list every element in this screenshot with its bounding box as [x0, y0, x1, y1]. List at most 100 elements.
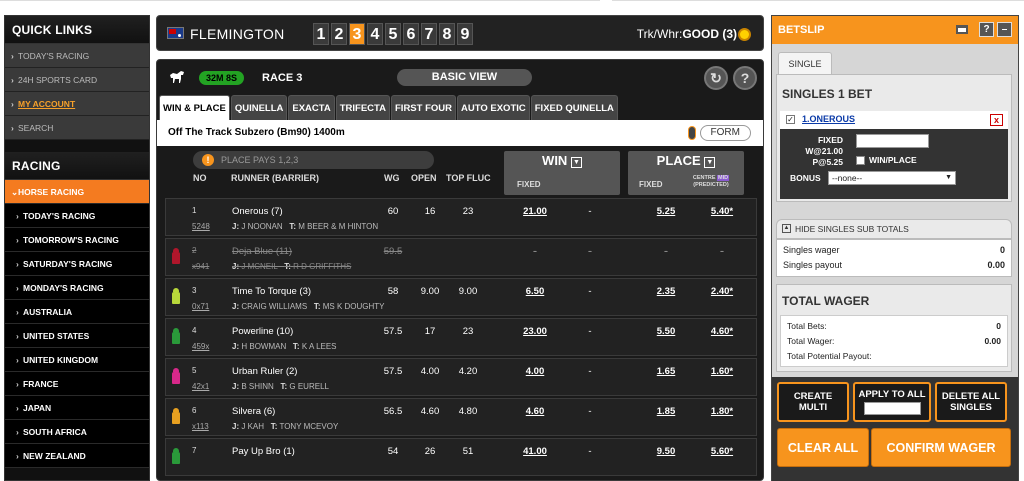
- win-fixed-odds[interactable]: 23.00: [513, 326, 557, 337]
- place-fixed-odds[interactable]: 1.85: [651, 406, 681, 417]
- minimize-button[interactable]: –: [997, 22, 1012, 37]
- delete-all-singles-button[interactable]: DELETE ALL SINGLES: [935, 382, 1007, 422]
- tab-bet-type[interactable]: TRIFECTA: [335, 95, 390, 120]
- toggle-switch[interactable]: [687, 126, 696, 140]
- place-tote-odds[interactable]: 4.60*: [704, 326, 740, 337]
- runner-form[interactable]: 42x1: [192, 382, 209, 391]
- race-number-button[interactable]: 8: [439, 23, 455, 45]
- tab-bet-type[interactable]: WIN & PLACE: [159, 95, 230, 120]
- hide-subtotals-toggle[interactable]: ▲ HIDE SINGLES SUB TOTALS: [776, 219, 1012, 239]
- win-tote-odds[interactable]: -: [575, 366, 605, 377]
- win-place-checkbox[interactable]: [856, 155, 865, 165]
- bonus-select[interactable]: --none-- ▼: [828, 171, 956, 185]
- place-fixed-odds[interactable]: -: [651, 246, 681, 257]
- win-fixed-odds[interactable]: 4.60: [513, 406, 557, 417]
- apply-to-all-input[interactable]: [863, 402, 921, 415]
- create-multi-button[interactable]: CREATE MULTI: [777, 382, 849, 422]
- selection-checkbox[interactable]: ✓: [786, 115, 795, 124]
- racing-menu-item[interactable]: › NEW ZEALAND: [5, 444, 149, 468]
- total-wager-title: TOTAL WAGER: [782, 294, 870, 308]
- win-column-box[interactable]: WIN ▼ FIXED: [504, 151, 620, 195]
- racing-menu-item[interactable]: › TOMORROW'S RACING: [5, 228, 149, 252]
- place-fixed-odds[interactable]: 1.65: [651, 366, 681, 377]
- racing-menu-item[interactable]: ⌄HORSE RACING: [5, 180, 149, 204]
- win-fixed-odds[interactable]: -: [513, 246, 557, 257]
- racing-menu-item[interactable]: › AUSTRALIA: [5, 300, 149, 324]
- runner-number: 3: [192, 286, 197, 295]
- place-tote-odds[interactable]: 2.40*: [704, 286, 740, 297]
- quick-link-my-account[interactable]: › MY ACCOUNT: [5, 92, 149, 116]
- print-icon[interactable]: [956, 25, 968, 34]
- racing-menu-item[interactable]: › SOUTH AFRICA: [5, 420, 149, 444]
- quick-link-sports-card[interactable]: › 24H SPORTS CARD: [5, 68, 149, 92]
- race-number-button[interactable]: 6: [403, 23, 419, 45]
- betslip-help-button[interactable]: ?: [979, 22, 994, 37]
- place-tote-odds[interactable]: 1.80*: [704, 406, 740, 417]
- quick-link-todays-racing[interactable]: › TODAY'S RACING: [5, 44, 149, 68]
- win-tote-odds[interactable]: -: [575, 246, 605, 257]
- refresh-icon[interactable]: ↻: [704, 66, 728, 90]
- quick-link-label: SEARCH: [18, 123, 54, 133]
- place-fixed-odds[interactable]: 9.50: [651, 446, 681, 457]
- win-tote-odds[interactable]: -: [575, 326, 605, 337]
- tab-bet-type[interactable]: FIXED QUINELLA: [530, 95, 618, 120]
- racing-menu-item[interactable]: › SATURDAY'S RACING: [5, 252, 149, 276]
- tab-bet-type[interactable]: EXACTA: [288, 95, 335, 120]
- form-toggle[interactable]: FORM: [687, 125, 751, 141]
- tab-bet-type[interactable]: AUTO EXOTIC: [457, 95, 530, 120]
- runner-form[interactable]: x941: [192, 262, 209, 271]
- quick-link-search[interactable]: › SEARCH: [5, 116, 149, 140]
- win-fixed-odds[interactable]: 6.50: [513, 286, 557, 297]
- stake-input[interactable]: [856, 134, 929, 148]
- runner-form[interactable]: x113: [192, 422, 209, 431]
- apply-to-all-button[interactable]: APPLY TO ALL: [853, 382, 931, 422]
- racing-menu-item[interactable]: › UNITED KINGDOM: [5, 348, 149, 372]
- win-fixed-odds[interactable]: 4.00: [513, 366, 557, 377]
- racing-menu-item[interactable]: › TODAY'S RACING: [5, 204, 149, 228]
- racing-menu-item[interactable]: › MONDAY'S RACING: [5, 276, 149, 300]
- clear-all-button[interactable]: CLEAR ALL: [777, 428, 869, 467]
- race-number-button[interactable]: 7: [421, 23, 437, 45]
- tab-single[interactable]: SINGLE: [778, 52, 832, 74]
- racing-menu-label: TODAY'S RACING: [23, 211, 96, 221]
- place-tote-odds[interactable]: 5.60*: [704, 446, 740, 457]
- place-tote-odds[interactable]: -: [704, 246, 740, 257]
- tab-bet-type[interactable]: QUINELLA: [230, 95, 288, 120]
- place-fixed-odds[interactable]: 2.35: [651, 286, 681, 297]
- win-tote-odds[interactable]: -: [575, 286, 605, 297]
- runner-form[interactable]: 459x: [192, 342, 209, 351]
- tab-bet-type[interactable]: FIRST FOUR: [391, 95, 456, 120]
- racing-menu-item[interactable]: › UNITED STATES: [5, 324, 149, 348]
- racing-menu-item[interactable]: › JAPAN: [5, 396, 149, 420]
- form-button[interactable]: FORM: [699, 125, 751, 141]
- win-place-option[interactable]: WIN/PLACE: [856, 155, 917, 165]
- place-fixed-odds[interactable]: 5.25: [651, 206, 681, 217]
- selection-name[interactable]: 1.ONEROUS: [802, 114, 855, 124]
- race-number-button[interactable]: 2: [331, 23, 347, 45]
- place-tote-odds[interactable]: 5.40*: [704, 206, 740, 217]
- help-button[interactable]: ?: [733, 66, 757, 90]
- win-tote-odds[interactable]: -: [575, 446, 605, 457]
- win-fixed-odds[interactable]: 41.00: [513, 446, 557, 457]
- win-fixed-odds[interactable]: 21.00: [513, 206, 557, 217]
- race-number-button[interactable]: 4: [367, 23, 383, 45]
- singles-title: SINGLES 1 BET: [782, 87, 873, 101]
- place-column-box[interactable]: PLACE ▼ FIXED CENTRE MID (PREDICTED): [628, 151, 744, 195]
- chevron-down-icon[interactable]: ▼: [570, 157, 582, 168]
- win-tote-odds[interactable]: -: [575, 406, 605, 417]
- runner-form[interactable]: 5248: [192, 222, 210, 231]
- race-number-button[interactable]: 1: [313, 23, 329, 45]
- race-number-button[interactable]: 3: [349, 23, 365, 45]
- chevron-down-icon[interactable]: ▼: [704, 157, 716, 168]
- chevron-right-icon: ›: [16, 331, 19, 341]
- race-number-button[interactable]: 9: [457, 23, 473, 45]
- place-tote-odds[interactable]: 1.60*: [704, 366, 740, 377]
- place-fixed-odds[interactable]: 5.50: [651, 326, 681, 337]
- racing-menu-item[interactable]: › FRANCE: [5, 372, 149, 396]
- win-tote-odds[interactable]: -: [575, 206, 605, 217]
- runner-form[interactable]: 0x71: [192, 302, 209, 311]
- confirm-wager-button[interactable]: CONFIRM WAGER: [871, 428, 1011, 467]
- basic-view-button[interactable]: BASIC VIEW: [397, 69, 532, 86]
- remove-selection-button[interactable]: x: [990, 114, 1003, 126]
- race-number-button[interactable]: 5: [385, 23, 401, 45]
